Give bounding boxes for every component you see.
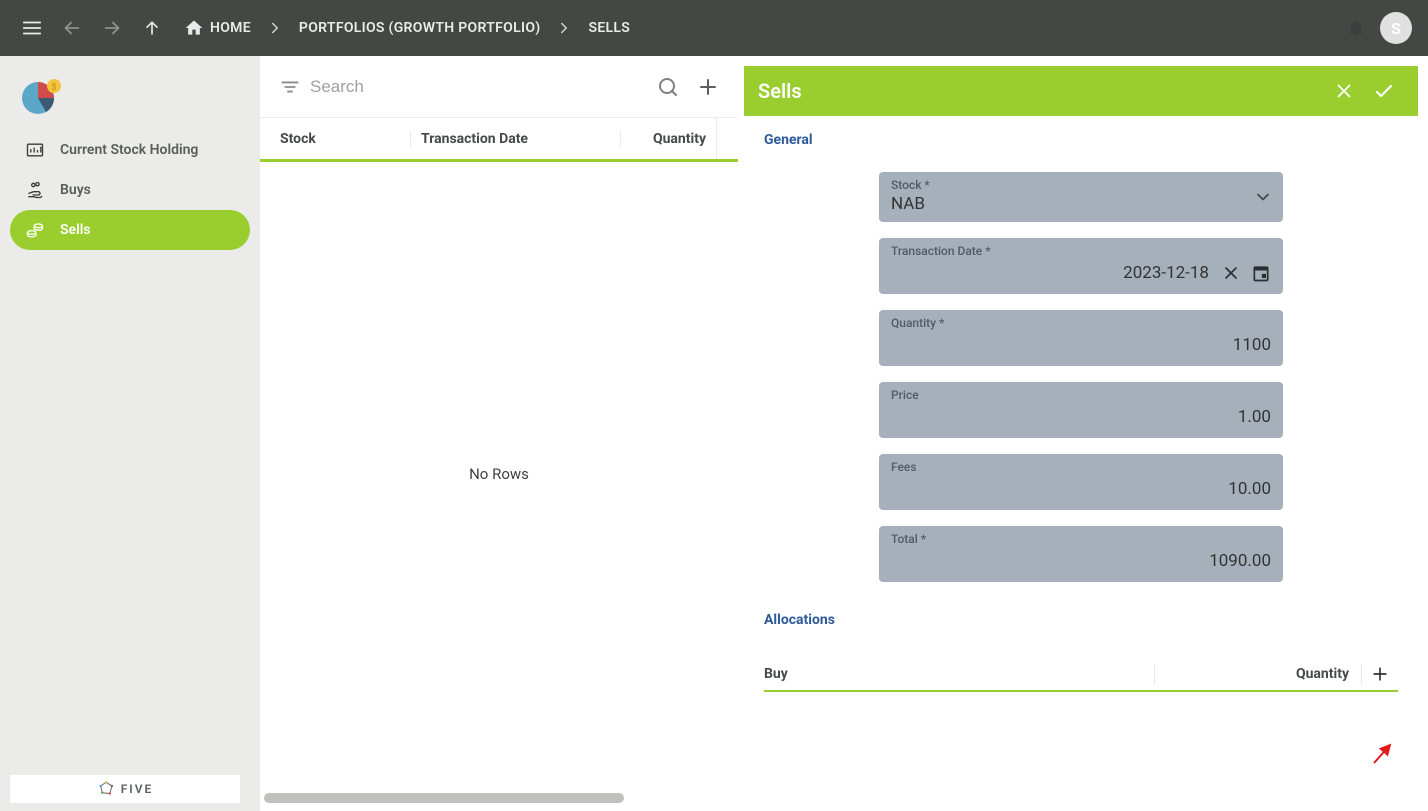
chevron-right-icon	[263, 8, 287, 48]
brand-label: FIVE	[121, 782, 154, 796]
column-header-alloc-quantity[interactable]: Quantity	[1155, 666, 1361, 682]
table-body: No Rows	[260, 162, 738, 785]
avatar: S	[1380, 12, 1412, 44]
transaction-date-value: 2023-12-18	[891, 263, 1209, 283]
app-logo: $	[10, 68, 250, 130]
breadcrumb-label: PORTFOLIOS (GROWTH PORTFOLIO)	[299, 20, 541, 36]
price-field[interactable]: Price 1.00	[879, 382, 1283, 438]
form-header: Sells	[744, 66, 1418, 116]
allocations-header: Buy Quantity	[764, 652, 1398, 692]
transaction-date-label: Transaction Date *	[891, 244, 1271, 258]
horizontal-scrollbar[interactable]	[264, 793, 624, 803]
total-label: Total *	[891, 532, 1271, 546]
list-pane: Stock Transaction Date Quantity No Rows	[260, 56, 738, 811]
back-icon[interactable]	[52, 8, 92, 48]
chevron-right-icon	[552, 8, 576, 48]
form-pane: Sells General Stock * NAB	[744, 66, 1418, 811]
total-field[interactable]: Total * 1090.00	[879, 526, 1283, 582]
stock-field[interactable]: Stock * NAB	[879, 172, 1283, 222]
avatar-initial: S	[1391, 19, 1401, 38]
fees-field[interactable]: Fees 10.00	[879, 454, 1283, 510]
quantity-label: Quantity *	[891, 316, 1271, 330]
quantity-value: 1100	[891, 335, 1271, 355]
breadcrumb: HOME PORTFOLIOS (GROWTH PORTFOLIO) SELLS	[176, 8, 638, 48]
column-header-quantity[interactable]: Quantity	[620, 131, 716, 147]
sidebar-item-label: Current Stock Holding	[60, 142, 198, 158]
filter-list-icon[interactable]	[270, 67, 310, 107]
brand-mark-icon	[97, 780, 115, 798]
brand-bar: FIVE	[10, 775, 240, 803]
breadcrumb-portfolios[interactable]: PORTFOLIOS (GROWTH PORTFOLIO)	[291, 8, 549, 48]
sidebar-item-buys[interactable]: Buys	[10, 170, 250, 210]
bell-icon[interactable]	[1336, 8, 1376, 48]
sidebar-item-sells[interactable]: Sells	[10, 210, 250, 250]
sidebar: $ Current Stock Holding Buys Sells	[0, 56, 260, 811]
search-icon[interactable]	[648, 67, 688, 107]
sidebar-item-label: Sells	[60, 222, 91, 238]
stock-value: NAB	[891, 192, 1271, 214]
svg-text:$: $	[51, 82, 56, 93]
chevron-down-icon	[1253, 187, 1273, 207]
forward-icon[interactable]	[92, 8, 132, 48]
add-button[interactable]	[688, 67, 728, 107]
dashboard-icon	[24, 139, 46, 161]
fees-value: 10.00	[891, 479, 1271, 499]
stock-label: Stock *	[891, 178, 1271, 192]
clear-date-icon[interactable]	[1221, 263, 1241, 283]
confirm-icon[interactable]	[1364, 71, 1404, 111]
quantity-field[interactable]: Quantity * 1100	[879, 310, 1283, 366]
fees-label: Fees	[891, 460, 1271, 474]
menu-icon[interactable]	[12, 8, 52, 48]
section-title-general: General	[764, 132, 1398, 148]
coins-icon	[24, 219, 46, 241]
home-icon	[184, 18, 204, 38]
form-title: Sells	[758, 79, 1324, 103]
avatar-button[interactable]: S	[1376, 8, 1416, 48]
list-footer	[260, 785, 738, 811]
searchbar	[260, 56, 738, 118]
topbar: HOME PORTFOLIOS (GROWTH PORTFOLIO) SELLS…	[0, 0, 1428, 56]
breadcrumb-sells[interactable]: SELLS	[580, 8, 638, 48]
table-header: Stock Transaction Date Quantity	[260, 118, 738, 162]
empty-state-label: No Rows	[469, 465, 529, 483]
up-icon[interactable]	[132, 8, 172, 48]
breadcrumb-home-label: HOME	[210, 20, 251, 36]
breadcrumb-label: SELLS	[588, 20, 630, 36]
close-icon[interactable]	[1324, 71, 1364, 111]
price-label: Price	[891, 388, 1271, 402]
hand-coins-icon	[24, 179, 46, 201]
add-allocation-button[interactable]	[1362, 664, 1398, 684]
total-value: 1090.00	[891, 551, 1271, 571]
breadcrumb-home[interactable]: HOME	[176, 8, 259, 48]
calendar-icon[interactable]	[1251, 263, 1271, 283]
transaction-date-field[interactable]: Transaction Date * 2023-12-18	[879, 238, 1283, 294]
search-input[interactable]	[310, 77, 648, 97]
column-header-buy[interactable]: Buy	[764, 666, 1154, 682]
section-title-allocations: Allocations	[764, 612, 1398, 628]
price-value: 1.00	[891, 407, 1271, 427]
sidebar-item-label: Buys	[60, 182, 91, 198]
column-header-transaction-date[interactable]: Transaction Date	[410, 131, 620, 147]
column-header-stock[interactable]: Stock	[270, 131, 410, 147]
sidebar-item-current-stock-holding[interactable]: Current Stock Holding	[10, 130, 250, 170]
